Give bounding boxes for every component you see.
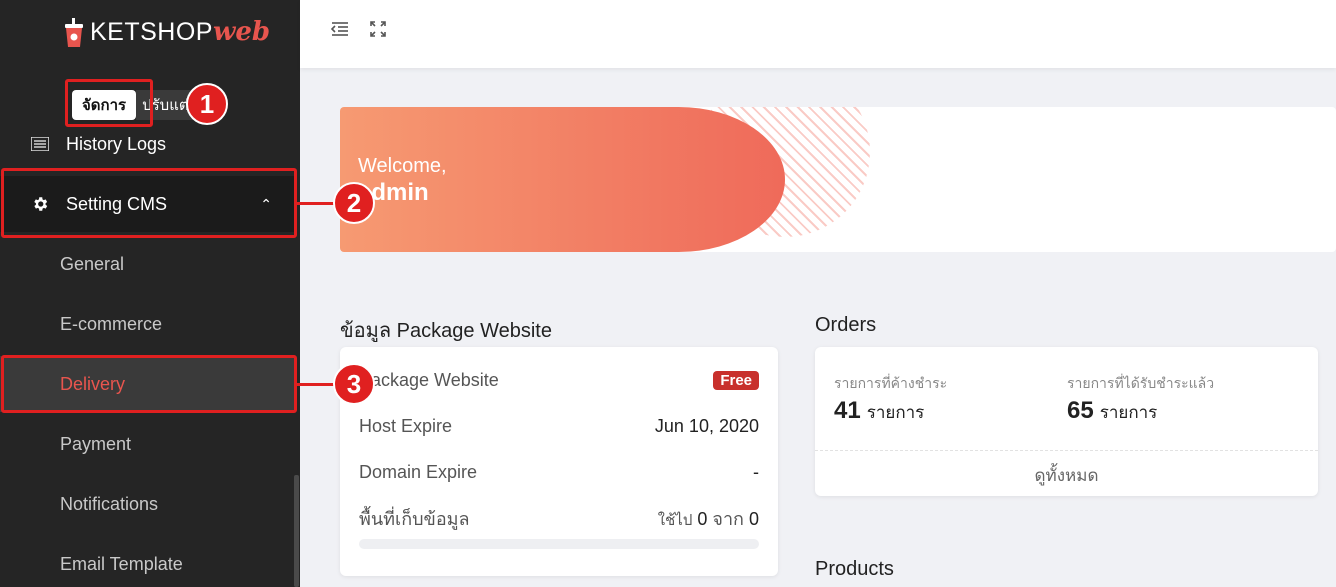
sidebar-subitem-payment[interactable]: Payment xyxy=(0,416,296,472)
sidebar-subitem-ecommerce[interactable]: E-commerce xyxy=(0,296,296,352)
welcome-text: Welcome, xyxy=(358,155,447,177)
list-icon xyxy=(28,132,52,156)
host-expire-label: Host Expire xyxy=(359,415,453,436)
paid-orders-count: 65 xyxy=(1067,397,1094,424)
domain-expire-label: Domain Expire xyxy=(359,461,478,482)
orders-section-title: Orders xyxy=(815,314,877,336)
sidebar-subitem-general[interactable]: General xyxy=(0,236,296,292)
storage-used-prefix: ใช้ไป xyxy=(657,511,693,529)
domain-expire-row: Domain Expire - xyxy=(359,460,759,484)
pending-orders-unit: รายการ xyxy=(866,403,925,422)
view-all-orders-link[interactable]: ดูทั้งหมด xyxy=(815,462,1318,489)
storage-used: 0 xyxy=(697,508,708,529)
logo-accent-text: web xyxy=(212,17,271,47)
cup-logo-icon xyxy=(64,18,84,47)
divider xyxy=(815,450,1318,451)
pending-orders-value: 41 รายการ xyxy=(834,397,924,426)
pending-orders-label: รายการที่ค้างชำระ xyxy=(834,375,948,391)
package-section-title: ข้อมูล Package Website xyxy=(340,320,552,342)
products-section-title: Products xyxy=(815,558,894,580)
topbar xyxy=(300,0,1336,68)
fullscreen-icon[interactable] xyxy=(367,18,389,40)
paid-orders-label: รายการที่ได้รับชำระแล้ว xyxy=(1067,375,1215,391)
package-label: Package Website xyxy=(359,369,499,390)
storage-value: ใช้ไป 0 จาก 0 xyxy=(658,504,759,533)
storage-progress-bar xyxy=(359,539,759,549)
plan-badge: Free xyxy=(713,370,759,390)
annotation-box-1 xyxy=(65,79,153,127)
domain-expire-value: - xyxy=(753,461,759,482)
pending-orders-count: 41 xyxy=(834,397,861,424)
annotation-marker-3: 3 xyxy=(333,363,375,405)
annotation-connector-2 xyxy=(297,202,337,205)
host-expire-value: Jun 10, 2020 xyxy=(654,415,759,436)
storage-separator: จาก xyxy=(712,508,744,529)
annotation-connector-3 xyxy=(297,383,337,386)
sidebar-item-label: History Logs xyxy=(66,133,167,154)
package-card: Package Website Free Host Expire Jun 10,… xyxy=(340,347,778,576)
storage-row: พื้นที่เก็บข้อมูล ใช้ไป 0 จาก 0 xyxy=(359,506,759,530)
annotation-marker-1: 1 xyxy=(186,83,228,125)
sidebar-subitem-email-template[interactable]: Email Template xyxy=(0,536,296,587)
menu-collapse-icon[interactable] xyxy=(329,18,351,40)
storage-total: 0 xyxy=(748,508,759,529)
annotation-marker-2: 2 xyxy=(333,182,375,224)
host-expire-row: Host Expire Jun 10, 2020 xyxy=(359,414,759,438)
welcome-banner: Welcome, admin xyxy=(340,107,1336,252)
logo-text: KETSHOP xyxy=(90,17,213,46)
sidebar-scrollbar[interactable] xyxy=(294,475,299,587)
paid-orders-value: 65 รายการ xyxy=(1067,397,1157,426)
package-row: Package Website Free xyxy=(359,368,759,392)
paid-orders-unit: รายการ xyxy=(1099,403,1158,422)
sidebar-subitem-notifications[interactable]: Notifications xyxy=(0,476,296,532)
annotation-box-2 xyxy=(1,168,297,238)
ketshop-logo[interactable]: KETSHOP web xyxy=(64,12,270,52)
storage-label: พื้นที่เก็บข้อมูล xyxy=(359,508,470,529)
orders-card: รายการที่ค้างชำระ 41 รายการ รายการที่ได้ร… xyxy=(815,347,1318,496)
annotation-box-3 xyxy=(1,355,297,413)
